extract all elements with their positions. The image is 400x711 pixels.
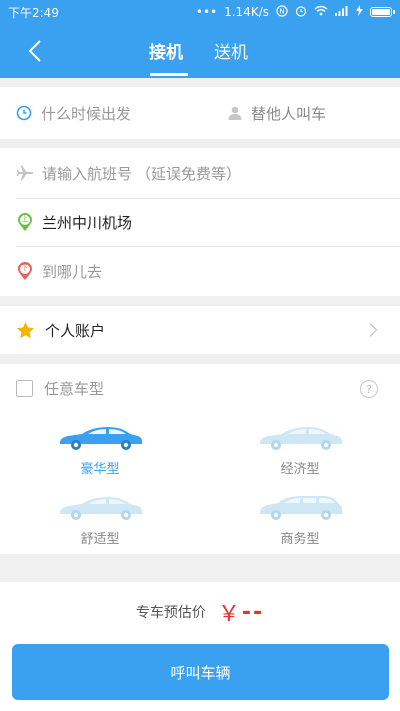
destination-field[interactable]: 下 到哪儿去 (0, 246, 400, 296)
help-glyph: ? (366, 382, 372, 396)
tab-dropoff[interactable]: 送机 (214, 38, 248, 63)
sedan-icon (59, 497, 143, 520)
car-type-economy-label: 经济型 (280, 462, 320, 477)
dropoff-badge: 下 (21, 264, 29, 272)
active-tab-indicator (150, 73, 188, 76)
personal-account-row[interactable]: 个人账户 (0, 306, 400, 354)
any-car-type-option[interactable]: 任意车型 (16, 378, 104, 399)
battery-icon (370, 7, 395, 17)
car-type-comfort-label: 舒适型 (80, 532, 120, 547)
clock-icon (16, 105, 32, 121)
star-icon (16, 321, 35, 340)
departure-time-label: 什么时候出发 (41, 104, 132, 123)
alarm-icon (295, 5, 307, 20)
dropoff-pin-icon: 下 (16, 261, 34, 281)
price-estimate: 专车预估价 ￥ -- (0, 596, 400, 628)
car-type-business[interactable]: 商务型 (252, 494, 348, 547)
chevron-left-icon (28, 40, 41, 62)
chevron-right-icon (368, 322, 378, 338)
status-time: 下午2:49 (8, 5, 59, 20)
pickup-badge: 上 (21, 215, 29, 223)
pickup-location-field[interactable]: 上 兰州中川机场 (0, 198, 400, 246)
pickup-pin-icon: 上 (16, 212, 34, 232)
status-bar: 下午2:49 ••• 1.14K/s N (0, 0, 400, 24)
estimated-price: -- (241, 599, 265, 625)
status-icons: ••• 1.14K/s N (195, 4, 395, 20)
any-car-type-checkbox[interactable] (16, 380, 33, 397)
tab-pickup[interactable]: 接机 (149, 38, 183, 63)
wifi-icon (314, 5, 328, 19)
car-type-comfort[interactable]: 舒适型 (52, 494, 148, 547)
car-type-economy[interactable]: 经济型 (252, 424, 348, 477)
any-car-type-label: 任意车型 (44, 380, 105, 398)
estimate-label: 专车预估价 (135, 605, 206, 621)
call-car-label: 呼叫车辆 (170, 663, 231, 682)
back-button[interactable] (20, 36, 50, 66)
call-car-button[interactable]: 呼叫车辆 (12, 644, 389, 700)
car-type-business-label: 商务型 (280, 532, 320, 547)
airplane-icon (16, 164, 34, 182)
currency-symbol: ￥ (217, 602, 240, 627)
signal-icon (335, 5, 349, 19)
flight-number-placeholder: 请输入航班号 (42, 164, 133, 183)
mpv-icon (259, 496, 343, 520)
for-others-label: 替他人叫车 (251, 104, 327, 123)
nav-bar: 接机 送机 (0, 24, 400, 78)
personal-account-label: 个人账户 (45, 321, 106, 340)
car-type-section: 任意车型 ? 豪华型 经济型 舒适型 商务型 (0, 364, 400, 554)
pickup-location: 兰州中川机场 (42, 213, 133, 232)
status-dots: ••• (195, 5, 218, 19)
help-icon[interactable]: ? (360, 380, 378, 398)
flight-delay-hint: （延误免费等） (136, 164, 242, 183)
account-section: 个人账户 (0, 306, 400, 354)
svg-text:N: N (279, 7, 284, 15)
car-type-luxury-label: 豪华型 (80, 462, 120, 477)
car-type-luxury[interactable]: 豪华型 (52, 424, 148, 477)
for-others-button[interactable]: 替他人叫车 (227, 87, 326, 139)
nfc-icon: N (276, 4, 288, 20)
network-speed: 1.14K/s (224, 5, 269, 19)
person-icon (227, 105, 243, 121)
route-section: 请输入航班号 （延误免费等） 上 兰州中川机场 下 到哪儿去 (0, 148, 400, 296)
charging-icon (356, 5, 363, 19)
destination-placeholder: 到哪儿去 (42, 262, 103, 281)
departure-time-field[interactable]: 什么时候出发 (16, 87, 206, 139)
time-section: 什么时候出发 替他人叫车 (0, 87, 400, 139)
sedan-icon (259, 427, 343, 450)
flight-number-field[interactable]: 请输入航班号 （延误免费等） (0, 148, 400, 198)
sedan-icon (59, 427, 143, 450)
